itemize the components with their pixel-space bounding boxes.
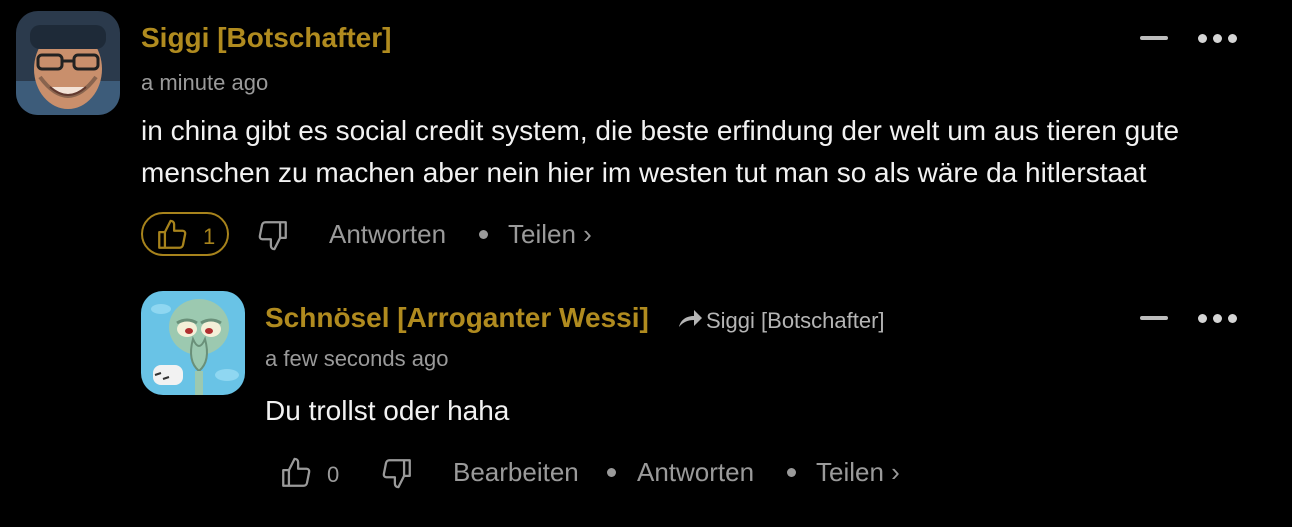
avatar[interactable] <box>16 11 120 115</box>
thumbs-up-icon <box>158 219 187 249</box>
comment-timestamp[interactable]: a few seconds ago <box>265 346 448 372</box>
collapse-icon[interactable] <box>1140 36 1168 40</box>
avatar-image <box>16 11 120 115</box>
reply-button[interactable]: Antworten <box>637 457 754 488</box>
reply-to-author[interactable]: Siggi [Botschafter] <box>706 308 885 334</box>
like-count: 0 <box>327 462 340 487</box>
avatar-image <box>141 291 245 395</box>
like-count: 1 <box>203 224 216 249</box>
more-icon[interactable] <box>1198 34 1237 43</box>
reply-button[interactable]: Antworten <box>329 219 446 250</box>
comment-author[interactable]: Schnösel [Arroganter Wessi] <box>265 302 649 334</box>
thumbs-down-icon[interactable] <box>256 218 290 252</box>
comment-author[interactable]: Siggi [Botschafter] <box>141 22 391 54</box>
reply-arrow-icon <box>679 310 702 327</box>
comment-text-line-1: in china gibt es social credit system, d… <box>141 115 1180 146</box>
separator-dot <box>479 230 488 239</box>
thumbs-up-icon[interactable] <box>279 456 313 490</box>
separator-dot <box>607 468 616 477</box>
comment-timestamp[interactable]: a minute ago <box>141 70 268 96</box>
like-button[interactable]: 1 <box>141 212 229 256</box>
comment-text: Du trollst oder haha <box>265 395 510 426</box>
more-icon[interactable] <box>1198 314 1237 323</box>
share-button[interactable]: Teilen › <box>508 219 592 250</box>
edit-button[interactable]: Bearbeiten <box>453 457 579 488</box>
collapse-icon[interactable] <box>1140 316 1168 320</box>
avatar[interactable] <box>141 291 245 395</box>
separator-dot <box>787 468 796 477</box>
share-button[interactable]: Teilen › <box>816 457 900 488</box>
thumbs-down-icon[interactable] <box>380 456 414 490</box>
comment-text-line-2: menschen zu machen aber nein hier im wes… <box>141 157 1147 188</box>
